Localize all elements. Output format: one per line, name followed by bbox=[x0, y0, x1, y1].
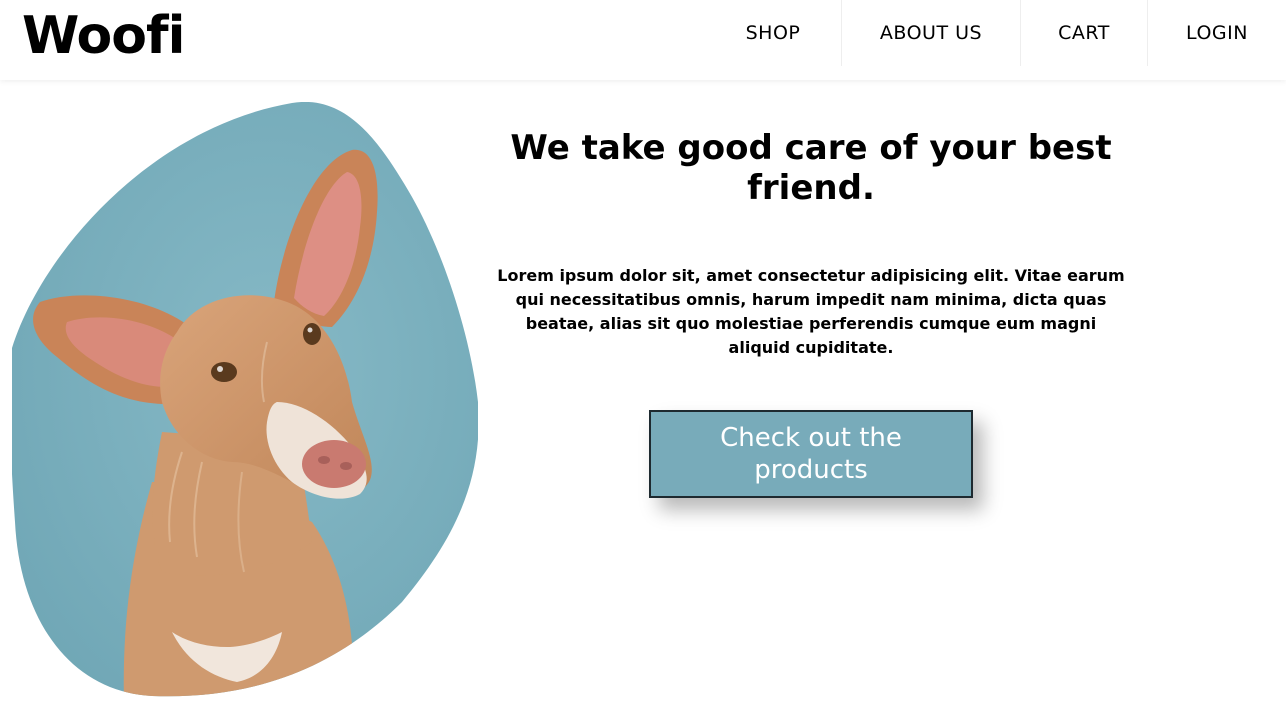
hero-description: Lorem ipsum dolor sit, amet consectetur … bbox=[497, 266, 1125, 357]
brand-logo[interactable]: Woofi bbox=[22, 1, 185, 71]
nav-menu: SHOP ABOUT US CART LOGIN bbox=[705, 0, 1286, 66]
hero-headline: We take good care of your best friend. bbox=[510, 128, 1112, 208]
navbar: Woofi SHOP ABOUT US CART LOGIN bbox=[0, 0, 1286, 80]
dog-photo-icon bbox=[12, 102, 478, 697]
check-products-button[interactable]: Check out the products bbox=[649, 410, 973, 498]
nav-link-about-us[interactable]: ABOUT US bbox=[841, 0, 1020, 66]
nav-link-cart[interactable]: CART bbox=[1020, 0, 1147, 66]
hero-dog-image bbox=[12, 102, 478, 698]
nav-link-shop[interactable]: SHOP bbox=[705, 0, 841, 66]
nav-link-login[interactable]: LOGIN bbox=[1147, 0, 1286, 66]
